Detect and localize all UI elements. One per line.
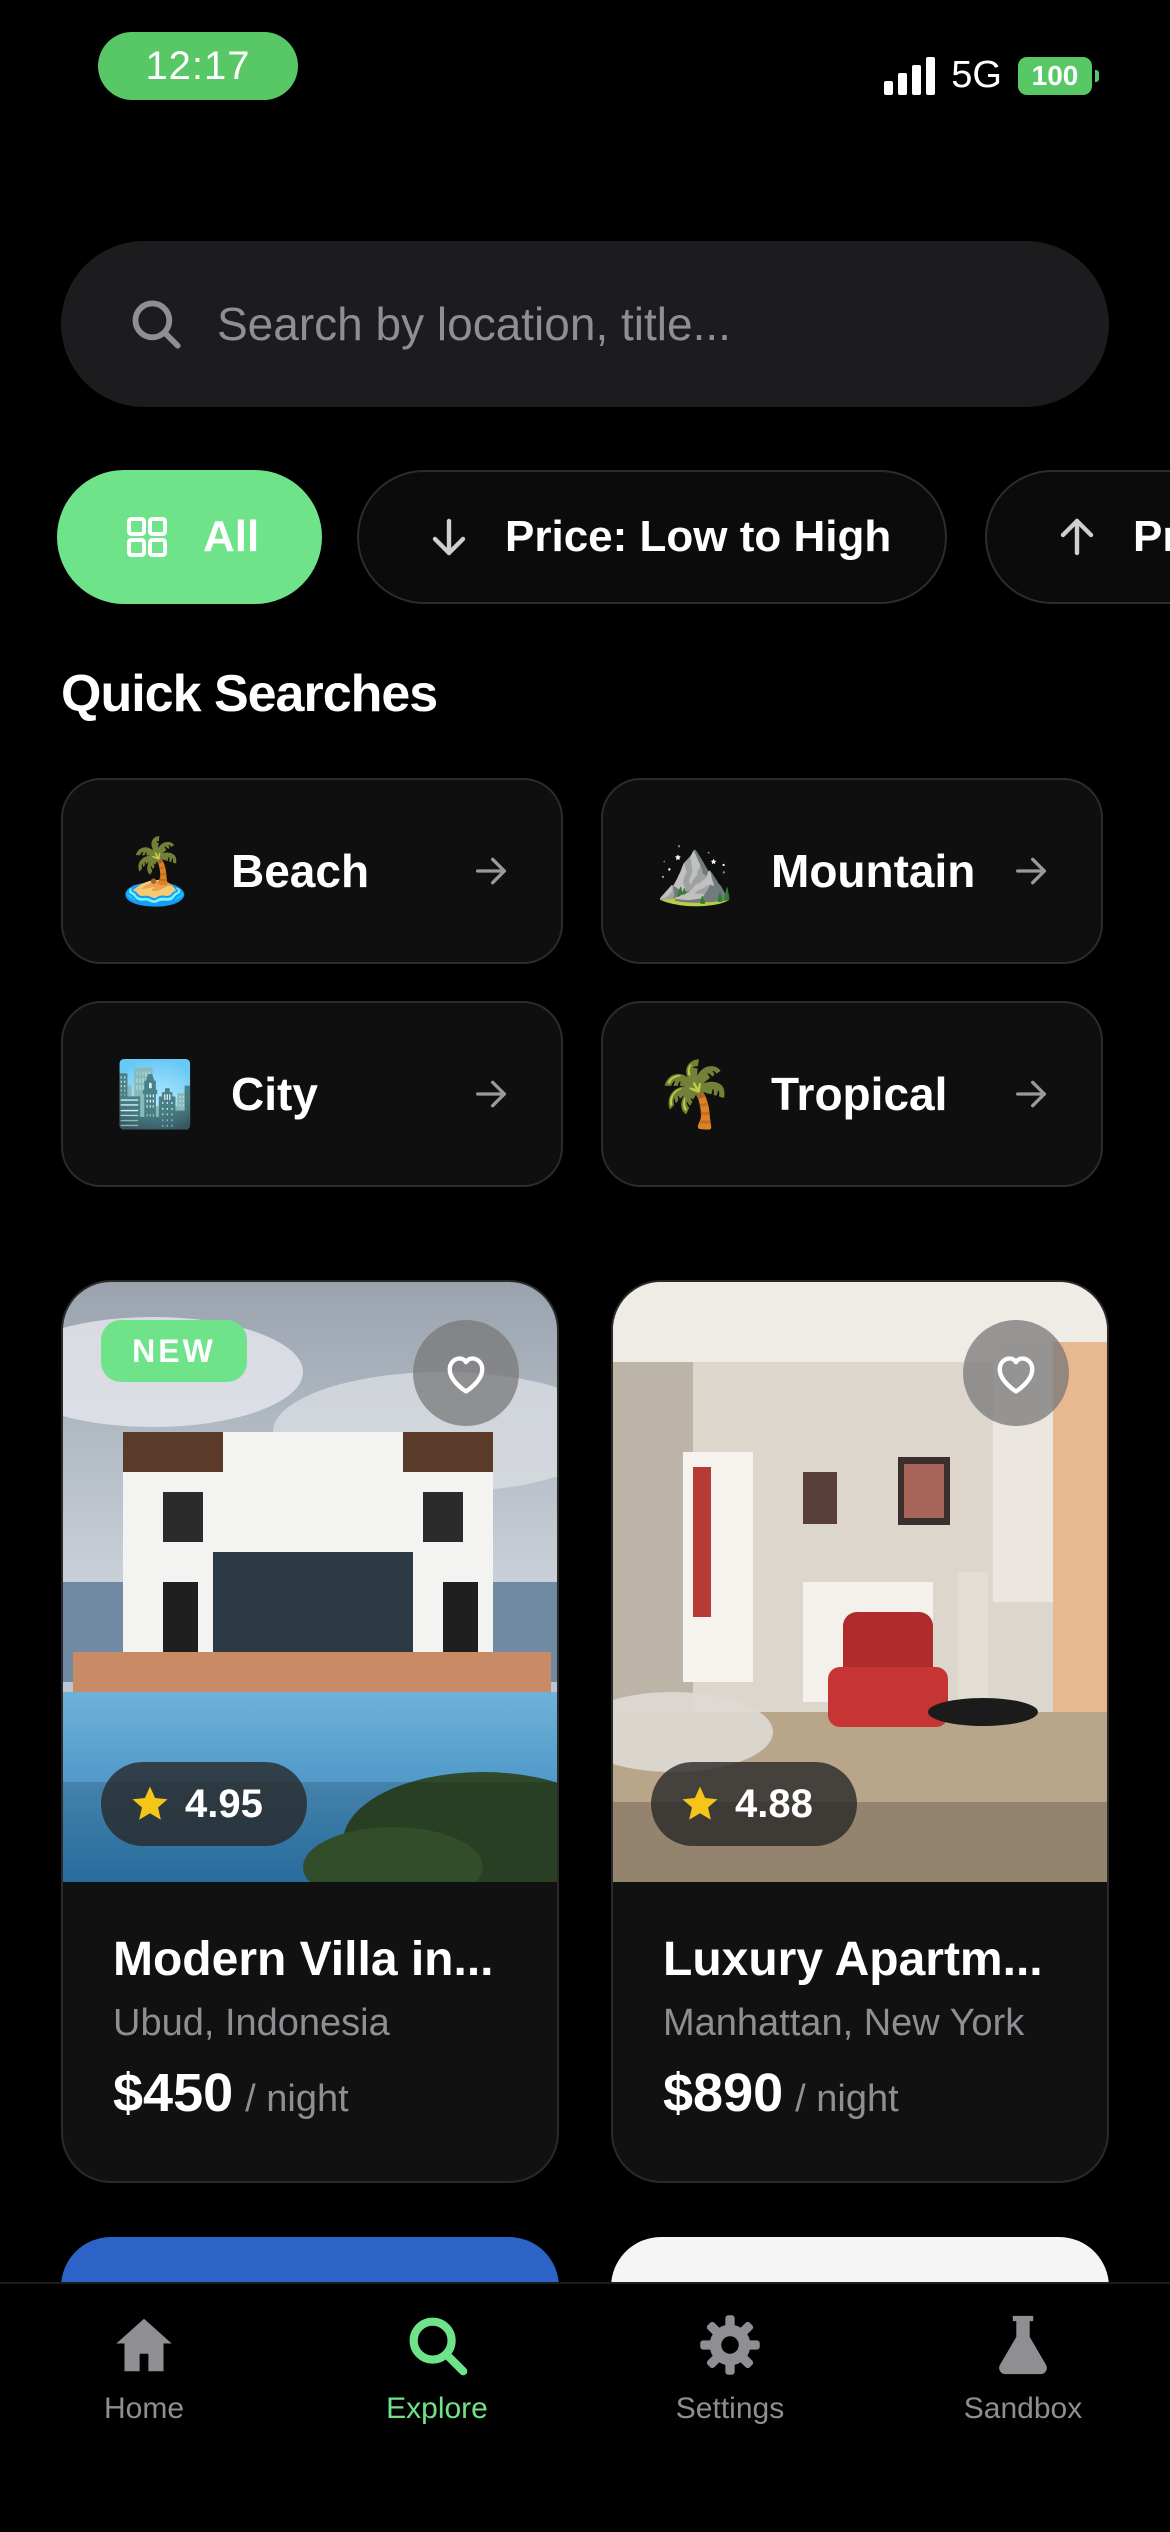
filter-chip-label: Price: High to Low [1133,512,1170,561]
arrow-up-icon [1060,518,1094,556]
star-icon [132,1786,168,1820]
listing-location: Ubud, Indonesia [113,2002,390,2044]
app-root: 12:17 5G 100 All Price: Low to High [0,0,1170,2532]
mountain-emoji-icon: ⛰️ [655,834,735,907]
search-bar[interactable] [61,241,1109,407]
tab-label: Explore [386,2392,488,2425]
flask-icon [999,2315,1047,2375]
listing-card[interactable]: NEW 4.95 Modern Villa in... Ubud, Indone… [61,1280,559,2183]
grid-icon [127,517,167,557]
favorite-button[interactable] [963,1320,1069,1426]
filter-chip-label: All [203,512,260,561]
search-icon [409,2317,468,2376]
gear-icon [700,2315,760,2375]
quick-search-label: City [231,1068,318,1120]
arrow-right-icon [476,1080,506,1108]
new-badge: NEW [101,1320,247,1382]
tab-label: Home [103,2392,185,2425]
quick-search-mountain[interactable]: ⛰️ Mountain [601,778,1103,964]
rating-badge: 4.95 [101,1762,307,1846]
price-unit: / night [795,2078,899,2120]
arrow-right-icon [1016,1080,1046,1108]
quick-search-label: Beach [231,845,370,897]
listing-photo-apartment: 4.88 [613,1282,1107,1882]
battery-level: 100 [1031,59,1079,91]
tab-sandbox[interactable]: Sandbox [923,2310,1123,2426]
rating-value: 4.88 [735,1781,813,1826]
price-amount: $890 [663,2063,784,2123]
listing-price: $450 / night [113,2062,349,2124]
tab-bar: Home Explore Settings Sandbox [0,2282,1170,2532]
network-label: 5G [951,54,1002,96]
filter-chip-all[interactable]: All [57,470,322,604]
listing-title: Modern Villa in... [113,1933,494,1986]
listing-photo-villa: NEW 4.95 [63,1282,557,1882]
beach-emoji-icon: 🏝️ [115,834,195,907]
listing-price: $890 / night [663,2062,899,2124]
tab-home[interactable]: Home [44,2310,244,2426]
arrow-right-icon [1016,857,1046,885]
quick-search-city[interactable]: 🏙️ City [61,1001,563,1187]
search-icon [132,300,181,349]
price-amount: $450 [113,2063,234,2123]
search-input[interactable] [217,297,1037,351]
listing-title: Luxury Apartm... [663,1933,1043,1986]
palm-tree-emoji-icon: 🌴 [655,1057,735,1130]
star-icon [682,1786,718,1820]
rating-badge: 4.88 [651,1762,857,1846]
filter-chip-price-low-high[interactable]: Price: Low to High [357,470,947,604]
heart-icon [447,1356,485,1394]
tab-label: Sandbox [963,2392,1083,2425]
home-icon [116,2318,172,2372]
arrow-down-icon [432,518,466,556]
status-indicators: 5G 100 [884,54,1099,97]
filter-chip-price-high-low[interactable]: Price: High to Low [985,470,1170,604]
status-time: 12:17 [98,32,298,100]
listing-card[interactable]: 4.88 Luxury Apartm... Manhattan, New Yor… [611,1280,1109,2183]
filter-chip-label: Price: Low to High [505,512,892,561]
rating-value: 4.95 [185,1781,263,1826]
favorite-button[interactable] [413,1320,519,1426]
quick-search-tropical[interactable]: 🌴 Tropical [601,1001,1103,1187]
price-unit: / night [245,2078,349,2120]
filter-chips: All Price: Low to High Price: High to Lo… [57,470,1170,604]
quick-search-beach[interactable]: 🏝️ Beach [61,778,563,964]
heart-icon [997,1356,1035,1394]
battery-icon: 100 [1018,56,1099,95]
city-emoji-icon: 🏙️ [115,1057,195,1130]
tab-label: Settings [675,2392,785,2425]
arrow-right-icon [476,857,506,885]
quick-search-label: Tropical [771,1068,948,1120]
tab-settings[interactable]: Settings [630,2310,830,2426]
listing-location: Manhattan, New York [663,2002,1025,2044]
section-title-quick-searches: Quick Searches [61,665,438,723]
tab-explore[interactable]: Explore [337,2310,537,2426]
quick-search-label: Mountain [771,845,976,897]
signal-icon [884,56,936,95]
